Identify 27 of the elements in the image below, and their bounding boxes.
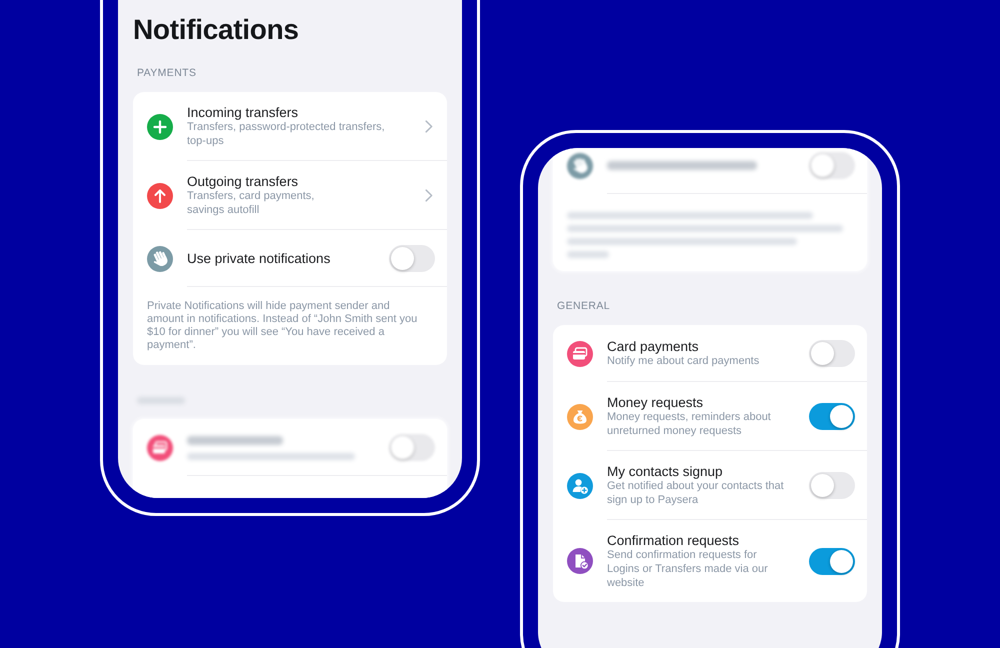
setting-title: Use private notifications [187, 250, 330, 267]
setting-description: Notify me about card payments [607, 354, 760, 368]
chevron-right-icon [425, 120, 433, 133]
section-header: PAYMENTS [136, 66, 198, 80]
toggle-switch[interactable] [809, 402, 855, 430]
chevron-right-icon [425, 188, 433, 202]
page-title: Notifications [133, 13, 300, 47]
toggle-switch[interactable] [389, 434, 435, 461]
setting-description: Transfers, password-protected transfers, top-ups [187, 121, 386, 148]
setting-title: Money requests [607, 394, 704, 411]
setting-title: Confirmation requests [607, 532, 740, 550]
toggle-switch[interactable] [809, 152, 855, 178]
setting-title: Incoming transfers [187, 104, 298, 121]
toggle-switch[interactable] [809, 548, 855, 575]
blurred-line [567, 251, 609, 258]
toggle-switch[interactable] [809, 340, 855, 366]
setting-title: Outgoing transfers [187, 173, 298, 190]
info-text: Private Notifications will hide payment sender and amount in notifications. Instead of “John Smith sent you $10 for dinner” you will see “You have received a payment”. [146, 299, 418, 354]
toggle-switch[interactable] [809, 472, 855, 499]
setting-description: Get notified about your contacts that sign up to Paysera [607, 480, 785, 508]
setting-title: Card payments [607, 338, 699, 355]
section-header: GENERAL [556, 299, 611, 313]
setting-title: My contacts signup [607, 463, 723, 480]
toggle-switch[interactable] [389, 244, 435, 272]
setting-description: Transfers, card payments, savings autofill [187, 190, 314, 218]
setting-description: Send confirmation requests for Logins or Transfers made via our website [607, 549, 769, 590]
setting-description: Money requests, reminders about unreturned money requests [607, 411, 772, 438]
